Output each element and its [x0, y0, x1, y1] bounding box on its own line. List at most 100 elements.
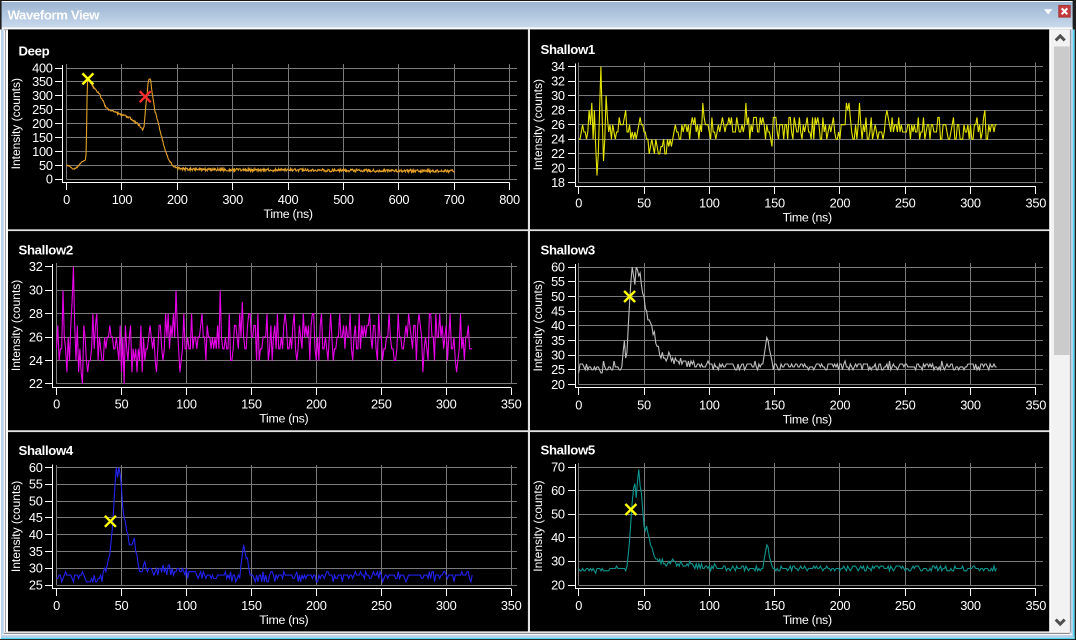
svg-text:0: 0 — [575, 598, 582, 613]
svg-text:40: 40 — [29, 527, 43, 542]
svg-text:30: 30 — [29, 561, 43, 576]
svg-text:40: 40 — [551, 318, 565, 333]
svg-text:300: 300 — [222, 192, 243, 207]
svg-text:150: 150 — [764, 196, 785, 211]
svg-text:100: 100 — [699, 598, 720, 613]
svg-text:70: 70 — [551, 459, 565, 474]
svg-text:30: 30 — [551, 554, 565, 569]
svg-text:35: 35 — [551, 333, 565, 348]
svg-text:50: 50 — [115, 598, 129, 613]
svg-text:Intensity (counts): Intensity (counts) — [531, 280, 545, 371]
svg-text:50: 50 — [115, 397, 129, 412]
svg-text:100: 100 — [176, 598, 197, 613]
svg-text:400: 400 — [278, 192, 299, 207]
svg-text:24: 24 — [29, 353, 43, 368]
svg-text:25: 25 — [29, 578, 43, 593]
svg-text:350: 350 — [1025, 598, 1046, 613]
svg-text:150: 150 — [764, 598, 785, 613]
svg-text:700: 700 — [444, 192, 465, 207]
svg-text:Intensity (counts): Intensity (counts) — [9, 78, 23, 169]
svg-text:200: 200 — [32, 116, 53, 131]
svg-text:350: 350 — [501, 598, 522, 613]
svg-text:Time (ns): Time (ns) — [783, 412, 832, 426]
svg-text:200: 200 — [830, 196, 851, 211]
svg-text:0: 0 — [63, 192, 70, 207]
svg-text:28: 28 — [29, 306, 43, 321]
svg-text:200: 200 — [167, 192, 188, 207]
svg-text:28: 28 — [551, 103, 565, 118]
svg-text:Time (ns): Time (ns) — [783, 613, 832, 627]
svg-text:0: 0 — [575, 397, 582, 412]
svg-text:250: 250 — [895, 196, 916, 211]
svg-text:150: 150 — [241, 397, 262, 412]
svg-text:Intensity (counts): Intensity (counts) — [9, 280, 23, 371]
svg-text:Shallow5: Shallow5 — [541, 443, 595, 458]
svg-text:300: 300 — [960, 598, 981, 613]
svg-text:150: 150 — [241, 598, 262, 613]
svg-text:350: 350 — [501, 397, 522, 412]
svg-text:200: 200 — [306, 397, 327, 412]
svg-text:250: 250 — [895, 397, 916, 412]
svg-text:20: 20 — [551, 161, 565, 176]
svg-text:24: 24 — [551, 132, 565, 147]
svg-text:400: 400 — [32, 60, 53, 75]
svg-text:30: 30 — [29, 283, 43, 298]
svg-text:0: 0 — [46, 172, 53, 187]
svg-text:Shallow2: Shallow2 — [19, 242, 73, 257]
svg-text:Shallow1: Shallow1 — [541, 42, 595, 57]
svg-text:300: 300 — [436, 598, 457, 613]
svg-text:250: 250 — [371, 598, 392, 613]
svg-text:50: 50 — [637, 196, 651, 211]
svg-text:32: 32 — [29, 259, 43, 274]
svg-text:45: 45 — [29, 510, 43, 525]
svg-text:34: 34 — [551, 59, 565, 74]
svg-text:26: 26 — [551, 117, 565, 132]
svg-text:60: 60 — [551, 259, 565, 274]
svg-text:22: 22 — [551, 146, 565, 161]
svg-text:Shallow3: Shallow3 — [541, 243, 595, 258]
svg-text:250: 250 — [32, 102, 53, 117]
svg-text:22: 22 — [29, 376, 43, 391]
svg-text:150: 150 — [32, 130, 53, 145]
svg-text:50: 50 — [29, 493, 43, 508]
svg-text:Time (ns): Time (ns) — [259, 613, 308, 627]
svg-text:60: 60 — [29, 460, 43, 475]
svg-text:100: 100 — [699, 196, 720, 211]
svg-text:500: 500 — [333, 192, 354, 207]
svg-text:200: 200 — [306, 598, 327, 613]
svg-text:Time (ns): Time (ns) — [264, 207, 313, 221]
svg-text:30: 30 — [551, 88, 565, 103]
svg-text:Time (ns): Time (ns) — [259, 412, 308, 426]
svg-text:100: 100 — [176, 397, 197, 412]
svg-text:800: 800 — [499, 192, 520, 207]
svg-text:40: 40 — [551, 530, 565, 545]
svg-text:30: 30 — [551, 347, 565, 362]
svg-text:20: 20 — [551, 377, 565, 392]
svg-text:150: 150 — [764, 397, 785, 412]
svg-text:250: 250 — [371, 397, 392, 412]
svg-text:350: 350 — [32, 74, 53, 89]
svg-text:20: 20 — [551, 577, 565, 592]
svg-text:26: 26 — [29, 329, 43, 344]
svg-text:18: 18 — [551, 175, 565, 190]
svg-text:55: 55 — [551, 274, 565, 289]
svg-text:Intensity (counts): Intensity (counts) — [9, 481, 23, 572]
svg-text:300: 300 — [960, 397, 981, 412]
svg-text:200: 200 — [830, 397, 851, 412]
svg-text:45: 45 — [551, 303, 565, 318]
svg-text:0: 0 — [53, 598, 60, 613]
svg-text:Deep: Deep — [19, 44, 50, 59]
svg-text:200: 200 — [830, 598, 851, 613]
svg-text:35: 35 — [29, 544, 43, 559]
svg-text:300: 300 — [960, 196, 981, 211]
svg-text:55: 55 — [29, 477, 43, 492]
svg-text:50: 50 — [39, 158, 53, 173]
svg-text:25: 25 — [551, 362, 565, 377]
svg-text:350: 350 — [1025, 397, 1046, 412]
svg-text:250: 250 — [895, 598, 916, 613]
svg-text:32: 32 — [551, 73, 565, 88]
svg-text:300: 300 — [32, 88, 53, 103]
svg-text:50: 50 — [551, 289, 565, 304]
svg-text:0: 0 — [575, 196, 582, 211]
svg-text:0: 0 — [53, 397, 60, 412]
